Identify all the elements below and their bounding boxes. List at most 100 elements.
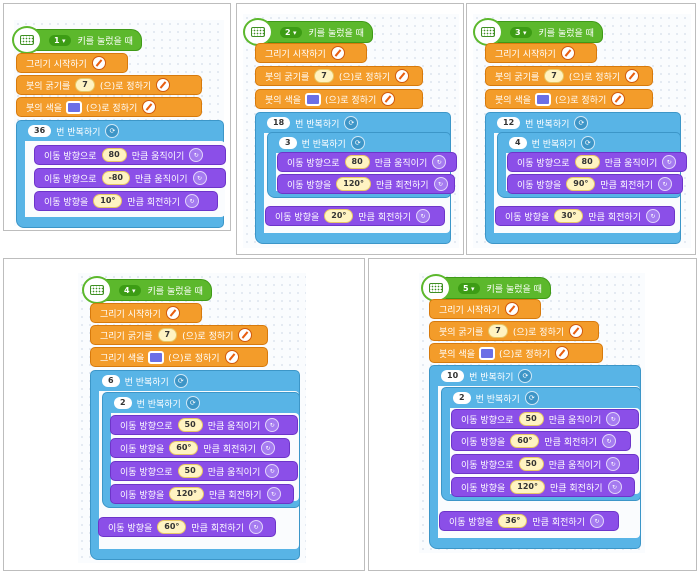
- key-dropdown[interactable]: 5: [458, 282, 480, 294]
- pen-icon: [330, 46, 345, 60]
- pen-color-swatch[interactable]: [148, 350, 165, 364]
- pen-icon: [504, 302, 519, 316]
- rotate-block[interactable]: 이동 방향을 120° 만큼 회전하기 ↻: [451, 477, 635, 497]
- motion-icon: ↻: [184, 194, 199, 208]
- repeat-icon: ⟳: [524, 391, 539, 405]
- motion-icon: ↻: [248, 520, 263, 534]
- pen-icon: [611, 92, 626, 106]
- when-key-pressed-block[interactable]: 2 키를 눌렀을 때: [243, 18, 373, 46]
- motion-icon: ↻: [601, 434, 616, 448]
- rotate-block[interactable]: 이동 방향을 60° 만큼 회전하기 ↻: [98, 517, 276, 537]
- when-key-pressed-block[interactable]: 1 키를 눌렀을 때: [12, 26, 142, 54]
- rotate-block[interactable]: 이동 방향을 10° 만큼 회전하기 ↻: [34, 191, 218, 211]
- pen-icon: [165, 306, 180, 320]
- motion-icon: ↻: [607, 480, 622, 494]
- move-block[interactable]: 이동 방향으로 50 만큼 움직이기 ↻: [110, 461, 298, 481]
- set-pen-size-block[interactable]: 붓의 굵기를 7 (으)로 정하기: [16, 75, 202, 95]
- pen-icon: [569, 324, 584, 338]
- pen-icon: [625, 69, 640, 83]
- pen-down-block[interactable]: 그리기 시작하기: [429, 299, 541, 319]
- keyboard-icon: [243, 18, 273, 46]
- pen-color-swatch[interactable]: [534, 92, 551, 106]
- motion-icon: ↻: [192, 171, 207, 185]
- key-dropdown[interactable]: 2: [280, 26, 302, 38]
- pen-down-block[interactable]: 그리기 시작하기: [90, 303, 202, 323]
- motion-icon: ↻: [589, 514, 604, 528]
- set-pen-color-block[interactable]: 붓의 색을 (으)로 정하기: [429, 343, 603, 363]
- pen-icon: [381, 92, 396, 106]
- pen-icon: [395, 69, 410, 83]
- motion-icon: ↻: [432, 155, 447, 169]
- key-dropdown[interactable]: 3: [510, 26, 532, 38]
- set-pen-size-block[interactable]: 그리기 굵기를 7 (으)로 정하기: [90, 325, 268, 345]
- key-dropdown[interactable]: 4: [119, 284, 141, 296]
- keyboard-icon: [12, 26, 42, 54]
- repeat-icon: ⟳: [173, 374, 188, 388]
- motion-icon: ↻: [260, 441, 275, 455]
- pen-size-value[interactable]: 7: [75, 78, 95, 92]
- pen-down-block[interactable]: 그리기 시작하기: [485, 43, 597, 63]
- set-pen-size-block[interactable]: 붓의 굵기를 7 (으)로 정하기: [429, 321, 599, 341]
- keyboard-icon: [421, 274, 451, 302]
- move-block[interactable]: 이동 방향으로 50 만큼 움직이기 ↻: [110, 415, 298, 435]
- pen-icon: [555, 346, 570, 360]
- when-key-pressed-block[interactable]: 5 키를 눌렀을 때: [421, 274, 551, 302]
- pen-icon: [156, 78, 171, 92]
- move-block[interactable]: 이동 방향으로 80 만큼 움직이기 ↻: [507, 152, 687, 172]
- set-pen-size-block[interactable]: 붓의 굵기를 7 (으)로 정하기: [255, 66, 423, 86]
- when-key-pressed-block[interactable]: 4 키를 눌렀을 때: [82, 276, 212, 304]
- motion-icon: ↻: [265, 418, 280, 432]
- repeat-icon: ⟳: [574, 116, 589, 130]
- rotate-block[interactable]: 이동 방향을 120° 만큼 회전하기 ↻: [110, 484, 294, 504]
- move-block[interactable]: 이동 방향으로 -80 만큼 움직이기 ↻: [34, 168, 226, 188]
- key-dropdown[interactable]: 1: [49, 34, 71, 46]
- keyboard-icon: [473, 18, 503, 46]
- repeat-icon: ⟳: [185, 396, 200, 410]
- move-block[interactable]: 이동 방향으로 80 만큼 움직이기 ↻: [34, 145, 226, 165]
- rotate-block[interactable]: 이동 방향을 30° 만큼 회전하기 ↻: [495, 206, 675, 226]
- pen-icon: [238, 328, 253, 342]
- set-pen-color-block[interactable]: 붓의 색을 (으)로 정하기: [255, 89, 423, 109]
- pen-color-swatch[interactable]: [304, 92, 321, 106]
- code-panel-3: 3 키를 눌렀을 때 그리기 시작하기 붓의 굵기를 7 (으)로 정하기 붓의…: [466, 3, 696, 255]
- code-panel-5: 5 키를 눌렀을 때 그리기 시작하기 붓의 굵기를 7 (으)로 정하기 붓의…: [368, 258, 697, 571]
- pen-color-swatch[interactable]: [478, 346, 495, 360]
- rotate-block[interactable]: 이동 방향을 60° 만큼 회전하기 ↻: [110, 438, 290, 458]
- motion-icon: ↻: [415, 209, 430, 223]
- motion-icon: ↻: [645, 209, 660, 223]
- rotate-block[interactable]: 이동 방향을 120° 만큼 회전하기 ↻: [277, 174, 455, 194]
- set-pen-color-block[interactable]: 붓의 색을 (으)로 정하기: [16, 97, 202, 117]
- motion-icon: ↻: [662, 155, 677, 169]
- set-pen-color-block[interactable]: 그리기 색을 (으)로 정하기: [90, 347, 268, 367]
- set-pen-size-block[interactable]: 붓의 굵기를 7 (으)로 정하기: [485, 66, 653, 86]
- move-block[interactable]: 이동 방향으로 80 만큼 움직이기 ↻: [277, 152, 457, 172]
- motion-icon: ↻: [657, 177, 672, 191]
- motion-icon: ↻: [433, 177, 448, 191]
- pen-down-block[interactable]: 그리기 시작하기: [16, 53, 128, 73]
- motion-icon: ↻: [606, 412, 621, 426]
- repeat-icon: ⟳: [105, 124, 120, 138]
- when-key-pressed-block[interactable]: 3 키를 눌렀을 때: [473, 18, 603, 46]
- motion-icon: ↻: [189, 148, 204, 162]
- repeat-icon: ⟳: [518, 369, 533, 383]
- pen-icon: [560, 46, 575, 60]
- rotate-block[interactable]: 이동 방향을 20° 만큼 회전하기 ↻: [265, 206, 445, 226]
- pen-color-swatch[interactable]: [65, 100, 82, 114]
- repeat-count[interactable]: 36: [28, 125, 52, 137]
- move-block[interactable]: 이동 방향으로 50 만큼 움직이기 ↻: [451, 409, 639, 429]
- code-panel-1: 1 키를 눌렀을 때 그리기 시작하기 붓의 굵기를 7 (으)로 정하기 붓의…: [3, 3, 231, 231]
- pen-down-block[interactable]: 그리기 시작하기: [255, 43, 367, 63]
- rotate-block[interactable]: 이동 방향을 90° 만큼 회전하기 ↻: [507, 174, 683, 194]
- repeat-icon: ⟳: [344, 116, 359, 130]
- code-panel-4: 4 키를 눌렀을 때 그리기 시작하기 그리기 굵기를 7 (으)로 정하기 그…: [3, 258, 365, 571]
- motion-icon: ↻: [606, 457, 621, 471]
- code-panel-2: 2 키를 눌렀을 때 그리기 시작하기 붓의 굵기를 7 (으)로 정하기 붓의…: [236, 3, 464, 255]
- pen-icon: [224, 350, 239, 364]
- set-pen-color-block[interactable]: 붓의 색을 (으)로 정하기: [485, 89, 653, 109]
- rotate-block[interactable]: 이동 방향을 36° 만큼 회전하기 ↻: [439, 511, 619, 531]
- move-block[interactable]: 이동 방향으로 50 만큼 움직이기 ↻: [451, 454, 639, 474]
- rotate-block[interactable]: 이동 방향을 60° 만큼 회전하기 ↻: [451, 431, 631, 451]
- pen-icon: [91, 56, 106, 70]
- motion-icon: ↻: [266, 487, 281, 501]
- motion-icon: ↻: [265, 464, 280, 478]
